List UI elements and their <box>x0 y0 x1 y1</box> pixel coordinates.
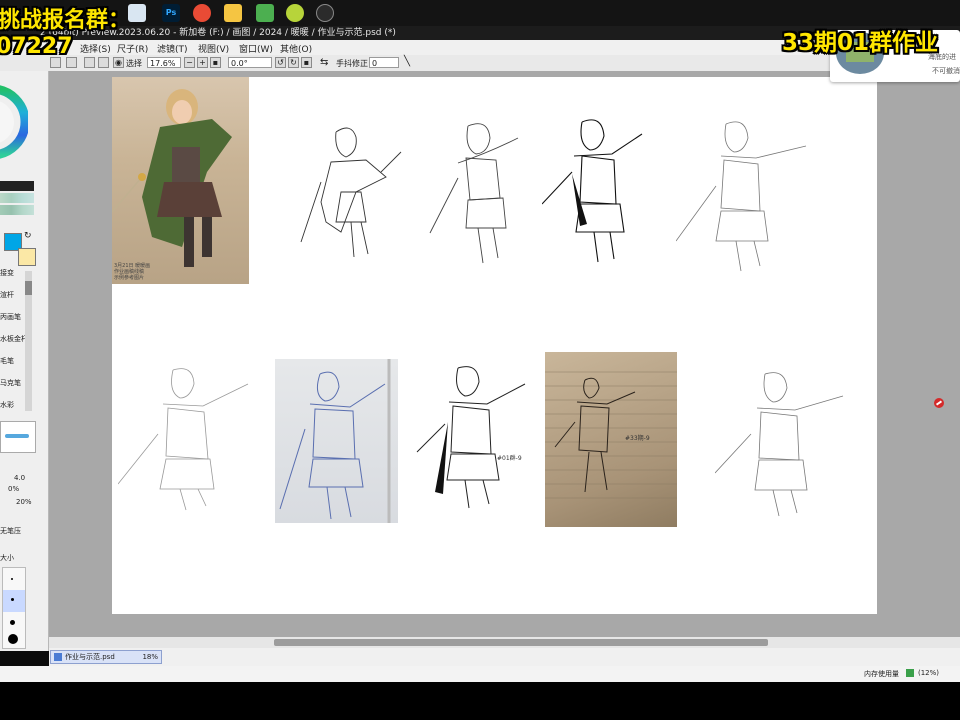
zoom-out-button[interactable]: − <box>184 57 195 68</box>
sketch-thumbnail-4 <box>676 121 807 272</box>
brush-label-5: 毛笔 <box>0 357 14 365</box>
selection-show-button[interactable] <box>84 57 95 68</box>
pressure-mode-label: 无笔压 <box>0 527 21 535</box>
rotate-right-button[interactable]: ↻ <box>288 57 299 68</box>
color-swatch-strip-3[interactable] <box>0 205 34 215</box>
zoom-reset-button[interactable]: ▪ <box>210 57 221 68</box>
brush-item-5[interactable]: 毛笔 <box>0 356 14 366</box>
sketch-mark-2: #33期-9 <box>625 434 650 442</box>
brush-label-2: 渲杆 <box>0 291 14 299</box>
tool-panel: ↻ 接变 渲杆 丙画笔 水板金杆 毛笔 马克笔 水彩 4.0 0% 20% 无笔… <box>0 71 49 651</box>
rotation-field[interactable]: 0.0° <box>228 57 272 68</box>
eye-icon[interactable]: ◉ <box>113 57 124 68</box>
brush-item-4[interactable]: 水板金杆 <box>0 334 28 344</box>
sketch-thumbnail-7 <box>715 372 844 517</box>
pencil-sketch-photo <box>275 359 398 523</box>
toolbar: ◉ 选择 17.6% − + ▪ 0.0° ↺ ↻ ▪ ⇆ 手抖修正 0 ╲ <box>0 55 960 72</box>
brush-label-3: 丙画笔 <box>0 313 21 321</box>
obs-icon[interactable] <box>316 4 334 22</box>
overlay-caption-number: 07227 <box>0 34 73 59</box>
rotate-reset-button[interactable]: ▪ <box>301 57 312 68</box>
sketch-mark-1: #01群-9 <box>497 454 522 462</box>
reference-photo: 3月21日 暖暖画 作业画稿线稿 示例参考图片 <box>112 77 249 284</box>
zoom-field[interactable]: 17.6% <box>147 57 181 68</box>
no-entry-icon[interactable] <box>934 398 944 408</box>
stabilizer-label: 手抖修正 <box>336 59 368 68</box>
line-tool-icon[interactable]: ╲ <box>404 56 410 67</box>
stabilizer-field[interactable]: 0 <box>369 57 399 68</box>
brush-percent-field[interactable]: 0% <box>8 485 19 493</box>
color-swatch-strip-2[interactable] <box>0 193 34 203</box>
app-icon-1[interactable] <box>224 4 242 22</box>
menu-view[interactable]: 视图(V) <box>198 42 229 55</box>
document-tab-strip <box>49 648 960 666</box>
brush-item-2[interactable]: 渲杆 <box>0 290 14 300</box>
memory-gauge <box>906 669 914 677</box>
brush-label-6: 马克笔 <box>0 379 21 387</box>
photoshop-icon[interactable]: Ps <box>162 4 180 22</box>
notebook-sketch-photo: #33期-9 <box>545 352 677 527</box>
sketch-thumbnail-5 <box>118 368 249 511</box>
document-tab-zoom: 18% <box>142 653 158 661</box>
status-bar: 内存使用量 (12%) <box>0 666 960 682</box>
overlay-caption-top-left: 挑战报名群： <box>0 8 131 33</box>
brush-size-list[interactable] <box>2 567 26 649</box>
sketch-thumbnail-3 <box>542 119 643 263</box>
document-tab-name: 作业与示范.psd <box>65 653 115 661</box>
swap-colors-icon[interactable]: ↻ <box>24 231 32 241</box>
overlay-caption-right: 33期01群作业 <box>782 30 939 56</box>
brush-label-1: 接变 <box>0 269 14 277</box>
brush-size-field[interactable]: 4.0 <box>14 474 25 482</box>
notification-line-2: 不可撤消 <box>932 67 960 75</box>
brush-density-field[interactable]: 20% <box>16 498 32 506</box>
chrome-icon[interactable] <box>193 4 211 22</box>
flip-icon[interactable]: ⇆ <box>320 57 328 68</box>
sketch-thumbnail-2 <box>429 123 519 264</box>
color-swatch-strip[interactable] <box>0 181 34 191</box>
menu-window[interactable]: 窗口(W) <box>239 42 273 55</box>
brush-item-1[interactable]: 接变 <box>0 268 14 278</box>
memory-value: (12%) <box>918 669 940 677</box>
memory-label: 内存使用量 <box>864 670 899 678</box>
app-icon-3[interactable] <box>286 4 304 22</box>
horizontal-scroll-thumb[interactable] <box>274 639 768 646</box>
color-wheel[interactable] <box>0 77 28 167</box>
brush-label-4: 水板金杆 <box>0 335 28 343</box>
bottom-letterbox <box>0 682 960 720</box>
secondary-color-swatch[interactable] <box>18 248 36 266</box>
photo-caption: 3月21日 暖暖画 作业画稿线稿 示例参考图片 <box>114 263 151 281</box>
sketch-thumbnail-1 <box>300 127 402 258</box>
menu-ruler[interactable]: 尺子(R) <box>117 42 148 55</box>
document-tab[interactable]: 作业与示范.psd 18% <box>50 650 162 664</box>
zoom-in-button[interactable]: + <box>197 57 208 68</box>
rotate-left-button[interactable]: ↺ <box>275 57 286 68</box>
document-icon <box>54 653 62 661</box>
brush-item-6[interactable]: 马克笔 <box>0 378 21 388</box>
menu-select[interactable]: 选择(S) <box>80 42 111 55</box>
browser-icon[interactable] <box>128 4 146 22</box>
brush-item-7[interactable]: 水彩 <box>0 400 14 410</box>
size-header: 大小 <box>0 554 14 562</box>
brush-item-3[interactable]: 丙画笔 <box>0 312 21 322</box>
sketch-thumbnail-6: #01群-9 <box>416 366 526 509</box>
brush-list-scrollbar[interactable] <box>25 271 32 411</box>
brush-preview <box>0 421 36 453</box>
menu-other[interactable]: 其他(O) <box>280 42 312 55</box>
menu-filter[interactable]: 滤镜(T) <box>157 42 188 55</box>
selection-hide-button[interactable] <box>98 57 109 68</box>
app-icon-2[interactable] <box>256 4 274 22</box>
brush-label-7: 水彩 <box>0 401 14 409</box>
selection-label: 选择 <box>126 59 142 68</box>
